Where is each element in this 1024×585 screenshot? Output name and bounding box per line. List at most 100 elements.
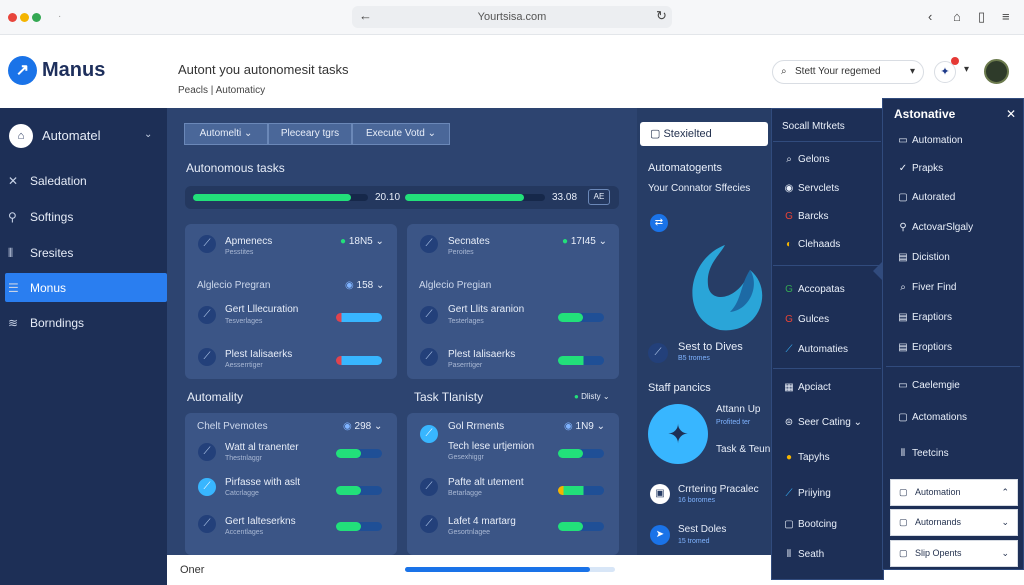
card-icon: ⟋ [198,478,216,496]
chevron-down-icon: ⌄ [1001,517,1009,527]
divider [773,368,881,369]
menu-item[interactable]: ▢ Actomations [894,408,967,428]
card-subtitle: Peroites [448,249,474,256]
sidebar-item-monus[interactable]: ☰ Monus [8,276,66,300]
event-icon: ▣ [650,484,670,504]
breadcrumb-item[interactable]: Peacls [178,85,208,96]
tab-automelti[interactable]: Automelti ⌄ [184,123,268,145]
menu-item[interactable]: ⊜ Seer Cating ⌄ [780,413,862,433]
menu-item[interactable]: ▢ Autorated [894,188,955,208]
address-bar[interactable]: Yourtsisa.com [352,6,672,28]
toggle-switch[interactable] [558,313,604,322]
dots-icon[interactable]: · [58,9,61,25]
toggle-switch[interactable] [336,313,382,322]
menu-item[interactable]: ⌕ Fiver Find [894,278,956,298]
card-icon: ⟋ [420,478,438,496]
home-icon[interactable]: ⌂ [953,9,961,25]
close-window-icon[interactable] [8,13,17,22]
section-title: Staff pancics [648,382,711,394]
status-badge[interactable]: ● Dlisty ⌄ [574,392,610,401]
menu-item[interactable]: ⫴ Teetcins [894,444,949,464]
toggle-switch[interactable] [336,449,382,458]
toggle-switch[interactable] [558,356,604,365]
row-title: Lafet 4 martarg [448,516,516,527]
list-item-title: Crrtering Pracalec [678,484,759,495]
row-title: Pirfasse with aslt [225,477,301,488]
toggle-switch[interactable] [558,522,604,531]
minimize-window-icon[interactable] [20,13,29,22]
list-item-subtitle: B5 tromes [678,355,710,362]
menu-item[interactable]: ▤ Eraptiors [894,308,952,328]
logo-icon: ↗ [8,56,37,85]
menu-item[interactable]: ◉ Servclets [780,179,840,199]
google-icon: G [785,284,793,295]
menu-item[interactable]: ▦ Apciact [780,378,831,398]
menu-item[interactable]: ▤ Dicistion [894,248,950,268]
card-icon: ⟋ [198,515,216,533]
option-card[interactable]: ▢ Slip Opents ⌄ [890,540,1018,567]
option-card[interactable]: ▢ Automation ⌃ [890,479,1018,506]
menu-item[interactable]: ⟋ Automaties [780,340,849,360]
toggle-switch[interactable] [336,522,382,531]
back-arrow-icon[interactable]: ← [359,8,372,24]
row-title: Tech lese urtjemion [448,441,535,452]
status-badge: ◉ 1N9 ⌄ [564,421,606,432]
tab-pleceary[interactable]: Pleceary tgrs [268,123,352,145]
card-title: Apmenecs [225,236,273,247]
menu-item[interactable]: ● Tapyhs [780,448,830,468]
menu-item[interactable]: ✓ Prapks [894,159,943,179]
menu-item[interactable]: ▤ Eroptiors [894,338,952,358]
section-label: Alglecio Pregran [197,280,271,291]
card-icon: ⟋ [198,306,216,324]
toggle-switch[interactable] [558,449,604,458]
menu-item[interactable]: G Gulces [780,310,829,330]
sidebar-item-borndings[interactable]: ≋ Borndings [8,311,84,335]
row-subtitle: Paserrtiger [448,362,483,369]
close-icon[interactable]: ✕ [1006,107,1016,121]
chevron-down-icon[interactable]: ⌄ [144,129,152,140]
menu-item[interactable]: ▭ Caelemgie [894,376,960,396]
search-icon: ⌕ [786,154,792,165]
sidebar-item-saledation[interactable]: ✕ Saledation [8,169,87,193]
search-icon: ⌕ [900,282,906,293]
toggle-switch[interactable] [558,486,604,495]
sidebar-item-label: Saledation [30,174,87,188]
breadcrumb-item[interactable]: Automaticy [216,85,265,96]
toggle-switch[interactable] [336,356,382,365]
section-label: Alglecio Pregian [419,280,492,291]
sidebar-item-automatel[interactable]: Automatel [42,124,101,148]
tab-execute[interactable]: Execute Votd ⌄ [352,123,450,145]
menu-item[interactable]: ⟋ Priiying [780,484,831,504]
toggle-switch[interactable] [336,486,382,495]
menu-item[interactable]: G Accopatas [780,280,845,300]
menu-item[interactable]: ⚲ ActovarSlgaly [894,218,973,238]
action-button[interactable]: AE [588,189,610,205]
wrench-icon: ⚲ [899,222,907,233]
bars-icon: ⫴ [786,549,792,560]
chevron-left-icon[interactable]: ‹ [928,9,932,25]
sidebar-item-label: Sresites [30,246,74,260]
menu-item[interactable]: ▢ Bootcing [780,515,837,535]
chevron-down-icon[interactable]: ▾ [964,64,969,75]
sidebar-item-softings[interactable]: ⚲ Softings [8,205,73,229]
menu-item[interactable]: ⫴ Seath [780,545,824,565]
menu-item[interactable]: ◐ Clehaads [780,235,840,255]
divider [773,141,881,142]
clipboard-icon: ▤ [898,312,908,323]
option-card[interactable]: ▢ Autornands ⌄ [890,509,1018,536]
selected-item[interactable]: ▢ Stexielted [640,122,768,146]
reload-icon[interactable]: ↻ [656,8,667,24]
menu-icon[interactable]: ≡ [1002,9,1010,25]
avatar[interactable] [984,59,1009,84]
sidebar-toggle-icon[interactable]: ▯ [978,9,985,25]
sidebar-item-sresites[interactable]: ⫴ Sresites [8,241,73,265]
panel-heading: Automatogents [648,162,722,174]
sidebar-item-label: Borndings [30,316,85,330]
link-icon[interactable]: ⇄ [650,214,668,232]
card-icon: ⟋ [420,306,438,324]
search-input[interactable]: ⌕ Stett Your regemed ▾ [772,60,924,84]
menu-item[interactable]: G Barcks [780,207,828,227]
menu-item[interactable]: ⌕ Gelons [780,150,830,170]
maximize-window-icon[interactable] [32,13,41,22]
menu-item[interactable]: ▭ Automation [894,131,962,151]
